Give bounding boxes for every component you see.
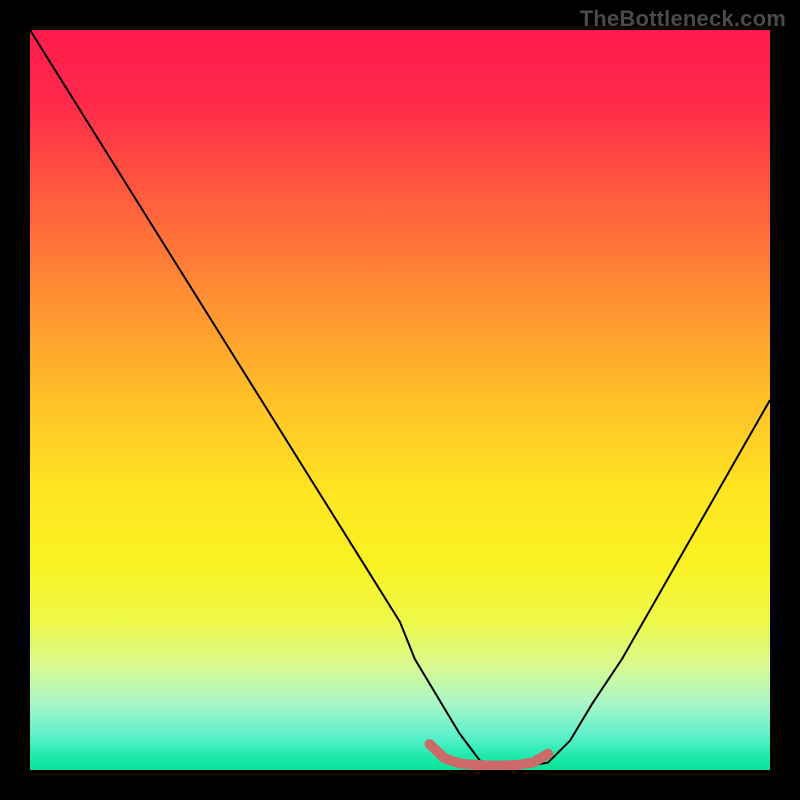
chart-frame: TheBottleneck.com [0,0,800,800]
bottleneck-chart [30,30,770,770]
watermark-text: TheBottleneck.com [580,6,786,32]
plot-area [30,30,770,770]
gradient-background [30,30,770,770]
